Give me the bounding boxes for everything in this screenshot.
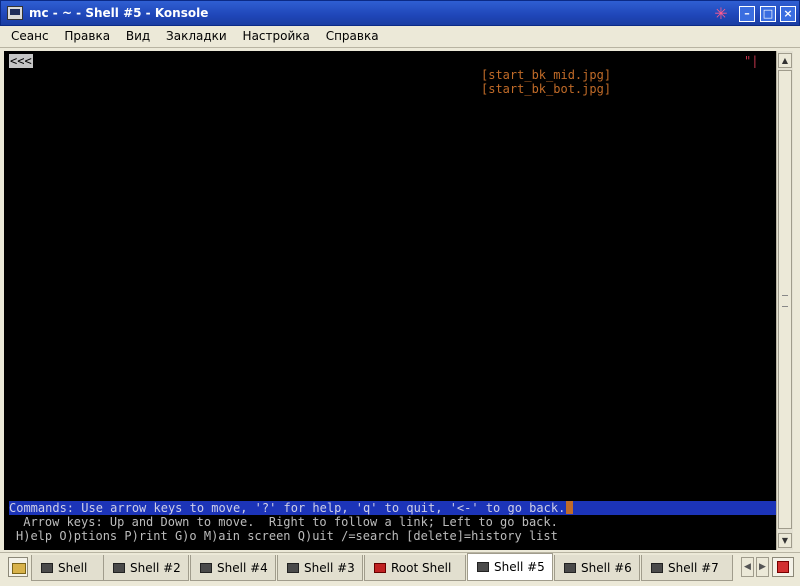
terminal-icon xyxy=(287,563,299,573)
tab-shell-7[interactable]: Shell #7 xyxy=(641,555,733,581)
tab-scroll-left-icon[interactable]: ◀ xyxy=(741,557,754,577)
minimize-button[interactable]: – xyxy=(739,6,755,22)
menu-settings[interactable]: Настройка xyxy=(237,26,316,48)
menu-help[interactable]: Справка xyxy=(320,26,385,48)
sticky-button[interactable]: ✳ xyxy=(713,6,729,22)
scroll-down-arrow-icon[interactable]: ▼ xyxy=(778,533,792,548)
tab-root-shell[interactable]: Root Shell xyxy=(364,555,466,581)
tab-label: Shell #5 xyxy=(494,560,545,574)
close-button[interactable]: × xyxy=(780,6,796,22)
link-start-bk-bot[interactable]: [start_bk_bot.jpg] xyxy=(481,82,611,96)
close-session-button[interactable] xyxy=(772,557,794,577)
konsole-app-icon[interactable] xyxy=(7,6,23,20)
tab-label: Shell #3 xyxy=(304,561,355,575)
link-start-bk-mid[interactable]: [start_bk_mid.jpg] xyxy=(481,68,611,82)
tab-shell-5[interactable]: Shell #5 xyxy=(467,553,553,581)
status-text: Commands: Use arrow keys to move, '?' fo… xyxy=(9,501,566,515)
tab-shell-3[interactable]: Shell #3 xyxy=(277,555,363,581)
tab-scroll-right-icon[interactable]: ▶ xyxy=(756,557,769,577)
terminal-icon xyxy=(113,563,125,573)
tab-label: Root Shell xyxy=(391,561,452,575)
menu-bookmarks[interactable]: Закладки xyxy=(160,26,233,48)
tab-label: Shell #2 xyxy=(130,561,181,575)
menu-bar: Сеанс Правка Вид Закладки Настройка Спра… xyxy=(0,26,800,48)
root-terminal-icon xyxy=(374,563,386,573)
tab-label: Shell xyxy=(58,561,88,575)
terminal-icon xyxy=(564,563,576,573)
new-session-button[interactable] xyxy=(8,557,28,577)
terminal-icon xyxy=(41,563,53,573)
terminal-area[interactable]: <<< "| [start_bk_mid.jpg] [start_bk_bot.… xyxy=(4,51,776,550)
menu-view[interactable]: Вид xyxy=(120,26,156,48)
tab-label: Shell #6 xyxy=(581,561,632,575)
scroll-thumb[interactable] xyxy=(778,70,792,529)
tab-label: Shell #7 xyxy=(668,561,719,575)
terminal-icon xyxy=(200,563,212,573)
terminal-icon xyxy=(651,563,663,573)
cursor-marker: "| xyxy=(744,54,759,68)
scroll-up-arrow-icon[interactable]: ▲ xyxy=(778,53,792,68)
tab-shell-4[interactable]: Shell #4 xyxy=(190,555,276,581)
window-title: mc - ~ - Shell #5 - Konsole xyxy=(29,6,209,20)
tab-label: Shell #4 xyxy=(217,561,268,575)
menu-session[interactable]: Сеанс xyxy=(0,26,55,48)
back-link[interactable]: <<< xyxy=(9,54,33,68)
tab-bar: Shell Shell #2 Shell #4 Shell #3 Root Sh… xyxy=(0,552,800,586)
scroll-grip-icon xyxy=(782,295,788,307)
terminal-icon xyxy=(477,562,489,572)
vertical-scrollbar[interactable]: ▲ ▼ xyxy=(776,51,793,550)
help-line-arrow-keys: Arrow keys: Up and Down to move. Right t… xyxy=(16,515,558,529)
text-cursor xyxy=(566,501,574,514)
help-line-commands: H)elp O)ptions P)rint G)o M)ain screen Q… xyxy=(16,529,558,543)
tab-shell-6[interactable]: Shell #6 xyxy=(554,555,640,581)
title-bar[interactable]: mc - ~ - Shell #5 - Konsole ✳ – □ × xyxy=(0,0,800,26)
menu-edit[interactable]: Правка xyxy=(58,26,116,48)
maximize-button[interactable]: □ xyxy=(760,6,776,22)
tab-shell[interactable]: Shell xyxy=(31,555,109,581)
tab-shell-2[interactable]: Shell #2 xyxy=(103,555,189,581)
commands-status-line: Commands: Use arrow keys to move, '?' fo… xyxy=(9,501,776,515)
